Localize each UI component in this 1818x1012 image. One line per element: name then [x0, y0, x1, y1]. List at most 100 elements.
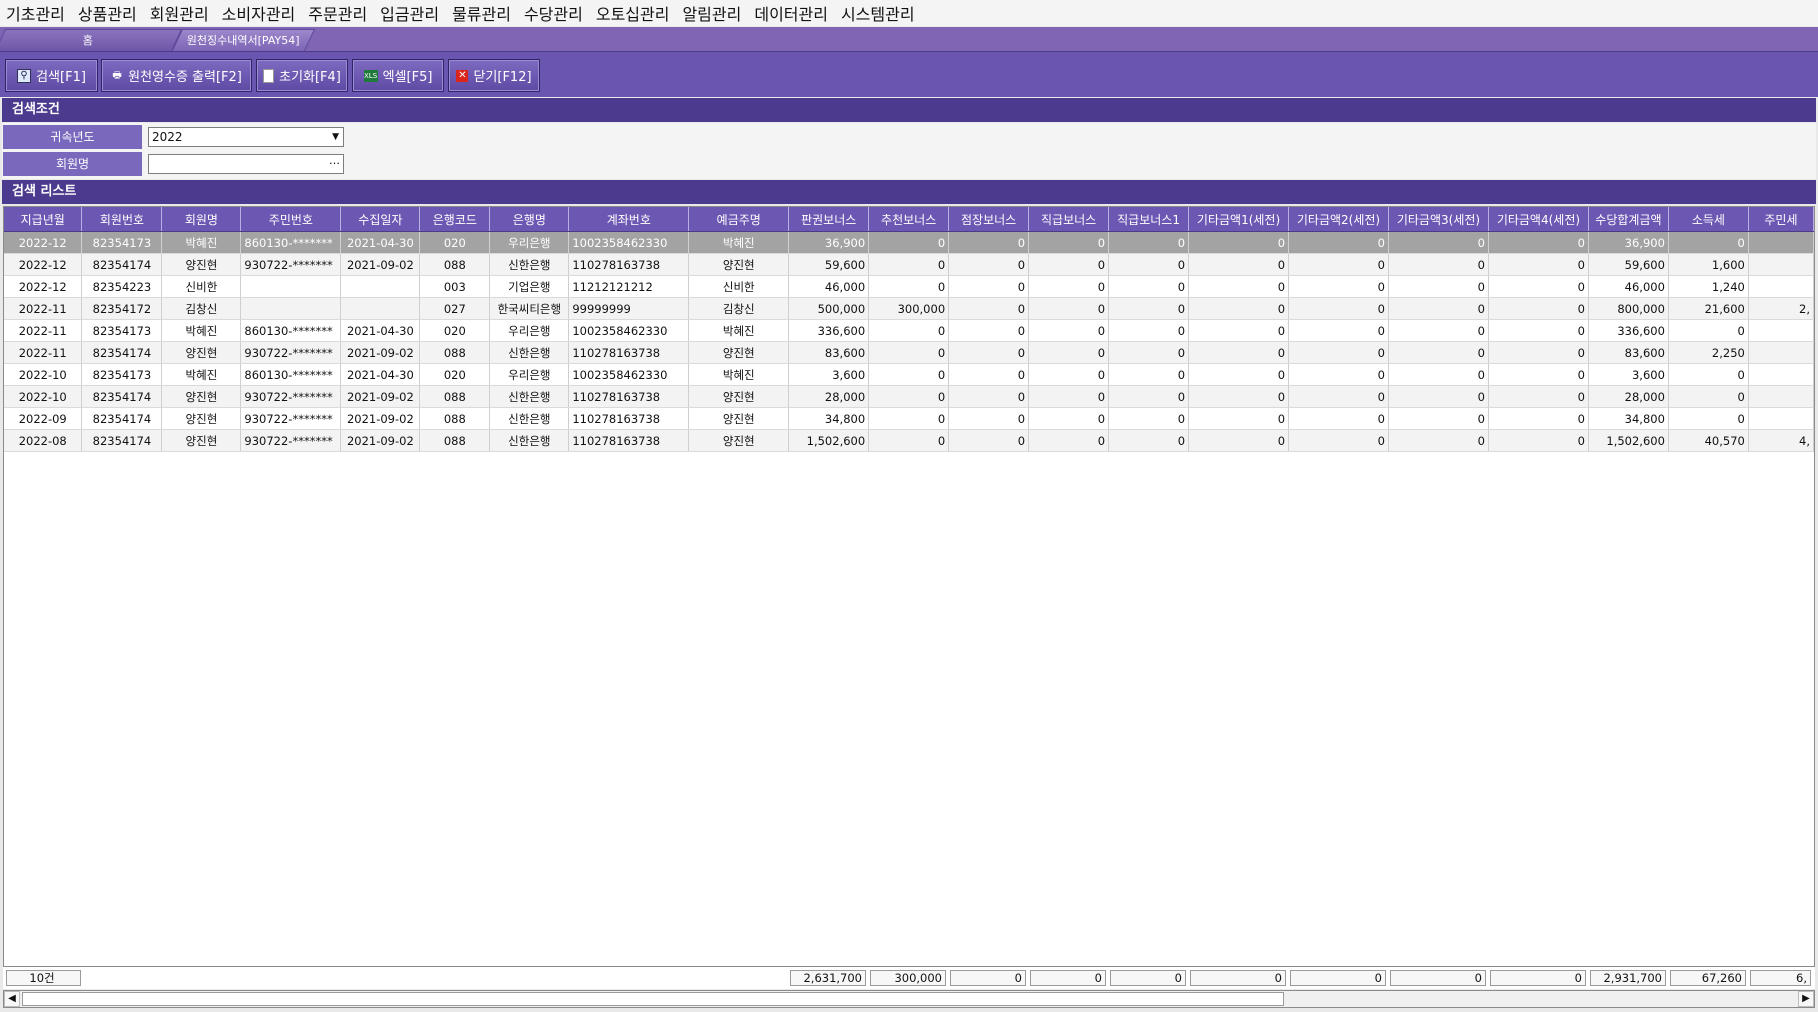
table-cell: 양진현 — [161, 253, 242, 276]
table-cell: 0 — [1288, 231, 1389, 254]
table-cell: 0 — [1388, 363, 1489, 386]
table-cell: 2021-04-30 — [340, 231, 421, 254]
table-cell: 4, — [1748, 429, 1814, 452]
print-receipt-button[interactable]: 🖶 원천영수증 출력[F2] — [101, 59, 252, 92]
table-row[interactable]: 2022-08 82354174 양진현 930722-******* 2021-09-… — [4, 429, 1814, 452]
member-name-input[interactable]: … — [148, 154, 344, 174]
table-row[interactable]: 2022-11 82354172 김창신 027 한국씨티은행 99999999 김창신 50… — [4, 297, 1814, 320]
total-cell: 0 — [1190, 970, 1286, 986]
printer-icon: 🖶 — [112, 69, 122, 81]
chevron-down-icon[interactable]: ▼ — [332, 128, 339, 146]
reset-button[interactable]: 초기화[F4] — [256, 59, 348, 92]
table-cell: 우리은행 — [489, 363, 570, 386]
menu-item[interactable]: 알림관리 — [676, 1, 748, 25]
table-cell: 0 — [1388, 385, 1489, 408]
column-header[interactable]: 예금주명 — [688, 207, 790, 232]
menu-item[interactable]: 기초관리 — [0, 1, 72, 25]
menu-item[interactable]: 물류관리 — [446, 1, 518, 25]
column-header[interactable]: 추천보너스 — [868, 207, 950, 232]
horizontal-scrollbar[interactable]: ◀ ▶ — [3, 990, 1815, 1008]
menu-item[interactable]: 데이터관리 — [748, 1, 835, 25]
table-cell: 0 — [1488, 231, 1589, 254]
table-cell: 28,000 — [788, 385, 870, 408]
table-cell: 2022-10 — [4, 363, 83, 386]
excel-button[interactable]: XLS 엑셀[F5] — [352, 59, 444, 92]
column-header[interactable]: 수집일자 — [340, 207, 421, 232]
column-header[interactable]: 기타금액2(세전) — [1288, 207, 1389, 232]
close-button[interactable]: ✕ 닫기[F12] — [448, 59, 540, 92]
column-header[interactable]: 기타금액4(세전) — [1488, 207, 1589, 232]
result-table: 지급년월 회원번호 회원명 주민번호 수집일자 은행코드 은행명 계좌번호 예금주명 판권보너스 추… — [4, 207, 1814, 452]
table-row[interactable]: 2022-09 82354174 양진현 930722-******* 2021-09-… — [4, 407, 1814, 430]
table-cell: 0 — [1028, 407, 1110, 430]
table-cell: 110278163738 — [568, 429, 690, 452]
menu-item[interactable]: 시스템관리 — [835, 1, 922, 25]
table-cell: 0 — [1028, 253, 1110, 276]
menu-item[interactable]: 상품관리 — [72, 1, 144, 25]
column-header[interactable]: 계좌번호 — [568, 207, 690, 232]
table-cell: 우리은행 — [489, 319, 570, 342]
table-cell: 0 — [1188, 231, 1290, 254]
total-cell: 0 — [1390, 970, 1486, 986]
table-cell: 82354172 — [81, 297, 163, 320]
column-header[interactable]: 직급보너스1 — [1108, 207, 1190, 232]
table-row[interactable]: 2022-12 82354223 신비한 003 기업은행 11212121212 신비한 4… — [4, 275, 1814, 298]
column-header[interactable]: 직급보너스 — [1028, 207, 1110, 232]
table-cell: 2021-09-02 — [340, 253, 421, 276]
search-button[interactable]: ⚲ 검색[F1] — [5, 59, 98, 92]
menu-item[interactable]: 수당관리 — [518, 1, 590, 25]
table-cell: 2022-12 — [4, 253, 83, 276]
tab-home[interactable]: 홈 — [0, 29, 183, 51]
table-cell: 860130-******* — [240, 363, 342, 386]
column-header[interactable]: 회원번호 — [81, 207, 163, 232]
column-header[interactable]: 기타금액3(세전) — [1388, 207, 1489, 232]
table-row[interactable]: 2022-10 82354174 양진현 930722-******* 2021-09-… — [4, 385, 1814, 408]
table-cell: 신한은행 — [489, 429, 570, 452]
table-cell: 0 — [868, 429, 950, 452]
menu-item[interactable]: 오토십관리 — [590, 1, 677, 25]
column-header[interactable]: 판권보너스 — [788, 207, 870, 232]
blank-page-icon — [263, 68, 275, 83]
table-row[interactable]: 2022-10 82354173 박혜진 860130-******* 2021-04-… — [4, 363, 1814, 386]
menu-item[interactable]: 주문관리 — [302, 1, 374, 25]
total-cell: 300,000 — [870, 970, 946, 986]
total-cell: 2,631,700 — [790, 970, 866, 986]
table-row[interactable]: 2022-12 82354173 박혜진 860130-******* 2021-04-… — [4, 231, 1814, 254]
table-cell: 860130-******* — [240, 231, 342, 254]
table-row[interactable]: 2022-12 82354174 양진현 930722-******* 2021-09-… — [4, 253, 1814, 276]
scroll-left-icon[interactable]: ◀ — [4, 991, 20, 1007]
table-row[interactable]: 2022-11 82354174 양진현 930722-******* 2021-09-… — [4, 341, 1814, 364]
table-cell: 신한은행 — [489, 341, 570, 364]
table-cell: 0 — [1488, 363, 1589, 386]
year-select[interactable]: 2022 ▼ — [148, 127, 344, 147]
table-cell: 0 — [1288, 297, 1389, 320]
table-cell: 0 — [1188, 253, 1290, 276]
table-cell: 김창신 — [161, 297, 242, 320]
column-header[interactable]: 은행명 — [489, 207, 570, 232]
table-cell: 088 — [419, 429, 491, 452]
table-cell: 0 — [1108, 385, 1190, 408]
scroll-thumb[interactable] — [22, 992, 1284, 1006]
search-icon: ⚲ — [17, 68, 32, 83]
column-header[interactable]: 회원명 — [161, 207, 242, 232]
table-row[interactable]: 2022-11 82354173 박혜진 860130-******* 2021-04-… — [4, 319, 1814, 342]
tab-withholding-statement[interactable]: 원천징수내역서[PAY54] — [171, 29, 316, 51]
menu-item[interactable]: 회원관리 — [144, 1, 216, 25]
table-cell — [1748, 253, 1814, 276]
column-header[interactable]: 수당합계금액 — [1588, 207, 1669, 232]
table-cell: 34,800 — [788, 407, 870, 430]
column-header[interactable]: 주민세 — [1748, 207, 1814, 232]
scroll-right-icon[interactable]: ▶ — [1798, 991, 1814, 1007]
table-cell: 82354173 — [81, 319, 163, 342]
column-header[interactable]: 점장보너스 — [948, 207, 1030, 232]
column-header[interactable]: 지급년월 — [4, 207, 83, 232]
menu-item[interactable]: 소비자관리 — [216, 1, 303, 25]
ellipsis-lookup-icon[interactable]: … — [329, 152, 340, 170]
column-header[interactable]: 소득세 — [1668, 207, 1749, 232]
column-header[interactable]: 기타금액1(세전) — [1188, 207, 1290, 232]
menu-item[interactable]: 입금관리 — [374, 1, 446, 25]
table-cell: 3,600 — [788, 363, 870, 386]
table-cell: 2022-12 — [4, 275, 83, 298]
column-header[interactable]: 은행코드 — [419, 207, 491, 232]
column-header[interactable]: 주민번호 — [240, 207, 342, 232]
